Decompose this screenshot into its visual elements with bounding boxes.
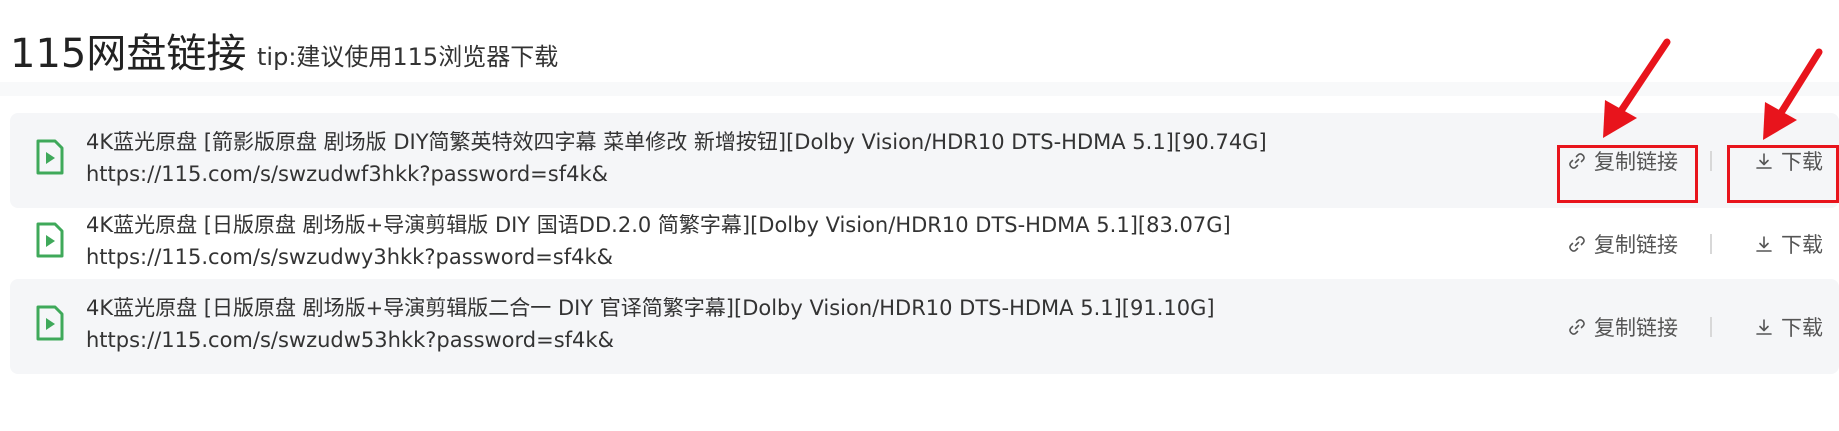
link-icon	[1568, 152, 1586, 170]
share-url[interactable]: https://115.com/s/swzudwy3hkk?password=s…	[86, 242, 613, 273]
copy-link-label: 复制链接	[1594, 316, 1678, 340]
video-file-icon	[36, 139, 64, 175]
copy-link-button[interactable]: 复制链接	[1568, 229, 1678, 259]
copy-link-label: 复制链接	[1594, 233, 1678, 257]
action-separator	[1710, 317, 1712, 337]
page-title: 115网盘链接	[10, 31, 247, 77]
download-label: 下载	[1781, 233, 1823, 257]
link-icon	[1568, 318, 1586, 336]
page-header: 115网盘链接 tip:建议使用115浏览器下载	[0, 0, 1839, 96]
header-divider	[0, 82, 1839, 96]
copy-link-button[interactable]: 复制链接	[1568, 312, 1678, 342]
download-label: 下载	[1781, 150, 1823, 174]
link-icon	[1568, 235, 1586, 253]
video-file-icon	[36, 305, 64, 341]
share-url[interactable]: https://115.com/s/swzudw53hkk?password=s…	[86, 325, 614, 356]
download-icon	[1755, 318, 1773, 336]
page: 115网盘链接 tip:建议使用115浏览器下载 4K蓝光原盘 [箭影版原盘 剧…	[0, 0, 1839, 431]
link-row: 4K蓝光原盘 [箭影版原盘 剧场版 DIY简繁英特效四字幕 菜单修改 新增按钮]…	[10, 113, 1839, 208]
download-tip: tip:建议使用115浏览器下载	[257, 43, 559, 71]
action-separator	[1710, 234, 1712, 254]
download-button[interactable]: 下载	[1755, 146, 1823, 176]
download-label: 下载	[1781, 316, 1823, 340]
file-title: 4K蓝光原盘 [日版原盘 剧场版+导演剪辑版 DIY 国语DD.2.0 简繁字幕…	[86, 213, 1231, 237]
link-row: 4K蓝光原盘 [日版原盘 剧场版+导演剪辑版二合一 DIY 官译简繁字幕][Do…	[10, 279, 1839, 374]
action-separator	[1710, 151, 1712, 171]
download-icon	[1755, 235, 1773, 253]
download-button[interactable]: 下载	[1755, 229, 1823, 259]
share-url[interactable]: https://115.com/s/swzudwf3hkk?password=s…	[86, 159, 608, 190]
link-row: 4K蓝光原盘 [日版原盘 剧场版+导演剪辑版 DIY 国语DD.2.0 简繁字幕…	[10, 196, 1839, 291]
copy-link-button[interactable]: 复制链接	[1568, 146, 1678, 176]
copy-link-label: 复制链接	[1594, 150, 1678, 174]
video-file-icon	[36, 222, 64, 258]
file-title: 4K蓝光原盘 [箭影版原盘 剧场版 DIY简繁英特效四字幕 菜单修改 新增按钮]…	[86, 130, 1267, 154]
download-button[interactable]: 下载	[1755, 312, 1823, 342]
download-icon	[1755, 152, 1773, 170]
file-title: 4K蓝光原盘 [日版原盘 剧场版+导演剪辑版二合一 DIY 官译简繁字幕][Do…	[86, 296, 1215, 320]
